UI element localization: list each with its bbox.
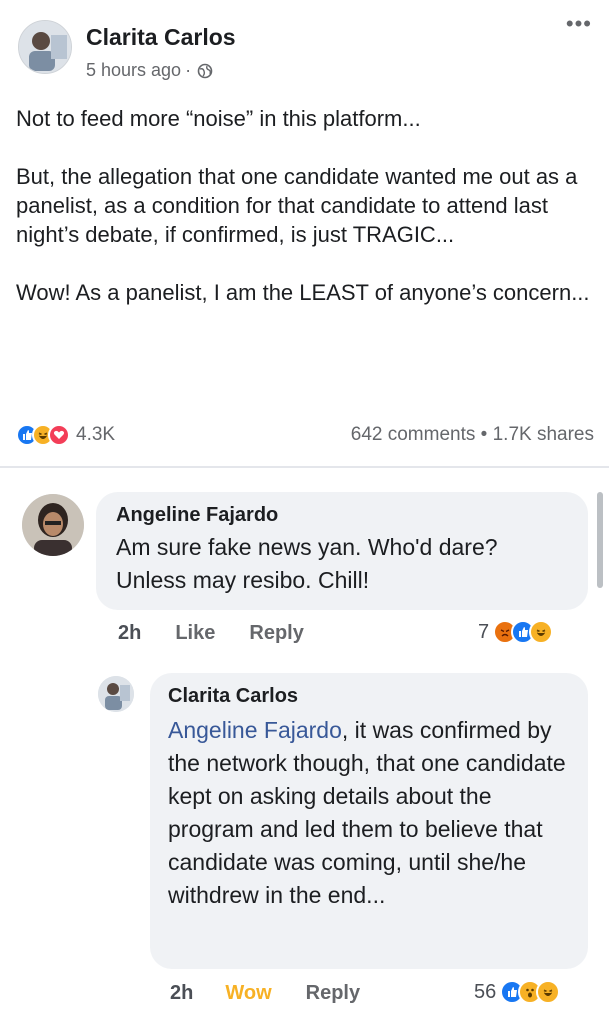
comment-actions: 2h Like Reply [118, 622, 304, 645]
meta-separator: · [185, 60, 192, 80]
stats-separator: • [480, 424, 488, 445]
haha-reaction-icon [529, 620, 554, 644]
reply-author[interactable]: Clarita Carlos [168, 685, 570, 708]
reply-actions: 2h Wow Reply [170, 982, 360, 1005]
divider [0, 466, 609, 468]
post-meta: 5 hours ago · [86, 60, 213, 81]
globe-icon [197, 63, 213, 79]
like-button[interactable]: Like [175, 622, 215, 645]
reactions-bar: 4.3K 642 comments • 1.7K shares [16, 420, 594, 450]
wow-button[interactable]: Wow [225, 982, 271, 1005]
reaction-summary[interactable]: 4.3K [16, 424, 115, 446]
commenter-avatar[interactable] [22, 494, 84, 556]
commenter-avatar[interactable] [98, 676, 134, 712]
haha-reaction-icon [536, 980, 561, 1004]
reply-body: , it was confirmed by the network though… [168, 717, 566, 908]
reply-reactions[interactable]: 56 [474, 980, 561, 1004]
shares-count[interactable]: 1.7K shares [493, 424, 594, 445]
mention-link[interactable]: Angeline Fajardo [168, 717, 342, 743]
post-time[interactable]: 5 hours ago [86, 60, 181, 81]
comment-reaction-count: 7 [478, 620, 490, 643]
author-avatar[interactable] [18, 20, 72, 74]
post-paragraph: But, the allegation that one candidate w… [16, 164, 578, 247]
reply-text: Angeline Fajardo, it was confirmed by th… [168, 714, 568, 912]
scrollbar[interactable] [597, 492, 603, 588]
comment-time[interactable]: 2h [118, 622, 141, 645]
reply-button[interactable]: Reply [306, 982, 360, 1005]
post-header: Clarita Carlos 5 hours ago · ••• [18, 13, 598, 81]
comment-text: Am sure fake news yan. Who'd dare? Unles… [116, 534, 498, 593]
post-stats: 642 comments • 1.7K shares [351, 424, 594, 446]
post-paragraph: Not to feed more “noise” in this platfor… [16, 106, 421, 131]
reply-bubble: Clarita Carlos Angeline Fajardo, it was … [150, 673, 588, 969]
post-reaction-count: 4.3K [76, 424, 116, 445]
post-paragraph: Wow! As a panelist, I am the LEAST of an… [16, 280, 590, 305]
reply-time[interactable]: 2h [170, 982, 193, 1005]
post-body: Not to feed more “noise” in this platfor… [16, 104, 596, 336]
comments-count[interactable]: 642 comments [351, 424, 476, 445]
post-author-name[interactable]: Clarita Carlos [86, 24, 236, 51]
reply-button[interactable]: Reply [249, 622, 303, 645]
comment-bubble: Angeline Fajardo Am sure fake news yan. … [96, 492, 588, 610]
comment-reactions[interactable]: 7 [478, 620, 554, 644]
comment-author[interactable]: Angeline Fajardo [116, 504, 568, 527]
reply-reaction-count: 56 [474, 980, 497, 1003]
more-options-icon[interactable]: ••• [566, 13, 592, 35]
love-reaction-icon [48, 424, 70, 446]
